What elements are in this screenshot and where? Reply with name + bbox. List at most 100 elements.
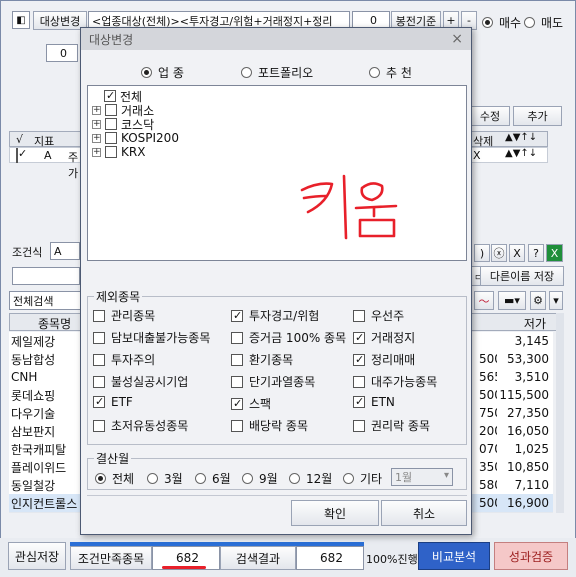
condition-name-field[interactable] bbox=[12, 267, 80, 285]
period-spinner[interactable]: 0 bbox=[46, 44, 78, 62]
market-tree: 전체 + 거래소 + 코스닥 + KOSPI200 + KRX bbox=[87, 85, 467, 261]
exclude-option[interactable]: 대주가능종목 bbox=[353, 373, 437, 390]
exclude-checkbox[interactable] bbox=[231, 353, 243, 366]
move-arrows-icon[interactable]: ▲▼↑↓ bbox=[505, 132, 537, 143]
exclude-option[interactable]: 투자주의 bbox=[93, 351, 155, 368]
scope-portfolio-radio[interactable]: 포트폴리오 bbox=[241, 64, 313, 81]
close-icon[interactable]: × bbox=[451, 31, 463, 47]
expand-plus-icon[interactable]: + bbox=[92, 133, 101, 143]
exclude-checkbox[interactable] bbox=[353, 331, 365, 344]
tree-checkbox[interactable] bbox=[105, 132, 117, 144]
target-change-button[interactable]: 대상변경 bbox=[33, 11, 87, 30]
exclude-checkbox[interactable] bbox=[93, 331, 105, 344]
dialog-titlebar[interactable]: 대상변경 × bbox=[81, 28, 471, 50]
exclude-checkbox[interactable] bbox=[93, 375, 105, 388]
tree-checkbox[interactable] bbox=[105, 146, 117, 158]
exclude-option[interactable]: 배당락 종목 bbox=[231, 417, 308, 434]
performance-verify-button[interactable]: 성과검증 bbox=[494, 542, 568, 570]
exclude-option[interactable]: 투자경고/위험 bbox=[231, 307, 319, 324]
expand-plus-icon[interactable]: + bbox=[92, 147, 101, 157]
compare-analysis-button[interactable]: 비교분석 bbox=[418, 542, 490, 570]
edit-button[interactable]: 수정 bbox=[470, 106, 510, 126]
exclude-checkbox[interactable] bbox=[93, 353, 105, 366]
tree-checkbox[interactable] bbox=[105, 118, 117, 130]
delete-x-icon[interactable]: X bbox=[473, 149, 481, 162]
exclude-option[interactable]: 스팩 bbox=[231, 395, 271, 412]
list-scrollbar[interactable] bbox=[556, 313, 564, 513]
exclude-option[interactable]: 초저유동성종목 bbox=[93, 417, 188, 434]
tree-checkbox[interactable] bbox=[105, 104, 117, 116]
settle-jun-radio[interactable]: 6월 bbox=[195, 470, 231, 487]
circle-x-button[interactable]: ⓧ bbox=[491, 244, 507, 262]
expand-plus-icon[interactable]: + bbox=[92, 105, 101, 115]
expand-plus-icon[interactable]: + bbox=[92, 119, 101, 129]
exclude-option[interactable]: 담보대출불가능종목 bbox=[93, 329, 210, 346]
exclude-checkbox[interactable] bbox=[93, 309, 105, 322]
add-button[interactable]: 추가 bbox=[513, 106, 562, 126]
exclude-checkbox[interactable] bbox=[231, 419, 243, 432]
exclude-checkbox[interactable] bbox=[231, 375, 243, 388]
settle-all-radio[interactable]: 전체 bbox=[95, 470, 134, 487]
gear-icon[interactable]: ⚙ bbox=[530, 291, 546, 310]
chevron-down-icon[interactable]: ▾ bbox=[549, 291, 563, 310]
exclude-checkbox[interactable] bbox=[231, 397, 243, 410]
exclude-checkbox[interactable] bbox=[231, 331, 243, 344]
settle-other-radio[interactable]: 기타 bbox=[343, 470, 382, 487]
exclude-checkbox[interactable] bbox=[93, 419, 105, 432]
exclude-option[interactable]: 정리매매 bbox=[353, 351, 415, 368]
options-dropdown[interactable]: ▬▾ bbox=[498, 291, 526, 310]
settle-dec-radio[interactable]: 12월 bbox=[289, 470, 332, 487]
exclude-option[interactable]: 우선주 bbox=[353, 307, 404, 324]
indicator-checkbox[interactable] bbox=[16, 148, 18, 163]
exclude-option[interactable]: ETF bbox=[93, 395, 133, 409]
exclude-option[interactable]: 증거금 100% 종목 bbox=[231, 329, 346, 346]
sell-radio[interactable]: 매도 bbox=[524, 14, 563, 31]
save-as-button[interactable]: 다른이름 저장 bbox=[480, 266, 564, 286]
scope-recommend-radio[interactable]: 추 천 bbox=[369, 64, 412, 81]
exclude-option[interactable]: 권리락 종목 bbox=[353, 417, 430, 434]
radio-dot-icon bbox=[369, 67, 380, 78]
exclude-checkbox[interactable] bbox=[231, 309, 243, 322]
help-button[interactable]: ? bbox=[528, 244, 544, 262]
paren-button[interactable]: ) bbox=[474, 244, 490, 262]
exclude-checkbox[interactable] bbox=[353, 395, 365, 408]
exclude-option[interactable]: ETN bbox=[353, 395, 395, 409]
exclude-checkbox[interactable] bbox=[93, 395, 105, 408]
exclude-option[interactable]: 환기종목 bbox=[231, 351, 293, 368]
condition-formula-input[interactable]: A bbox=[50, 242, 80, 260]
exclude-option-label: 대주가능종목 bbox=[371, 375, 438, 389]
delete-row[interactable]: X ▲▼↑↓ bbox=[470, 147, 548, 163]
exclude-option[interactable]: 관리종목 bbox=[93, 307, 155, 324]
indicator-row[interactable]: A 주가 bbox=[9, 147, 85, 180]
exclude-checkbox[interactable] bbox=[353, 375, 365, 388]
tree-item-kospi200[interactable]: + KOSPI200 bbox=[92, 131, 179, 145]
scope-industry-radio[interactable]: 업 종 bbox=[141, 64, 184, 81]
exclude-option[interactable]: 불성실공시기업 bbox=[93, 373, 188, 390]
exclude-checkbox[interactable] bbox=[353, 353, 365, 366]
tree-checkbox[interactable] bbox=[104, 89, 116, 102]
tree-item-kosdaq[interactable]: + 코스닥 bbox=[92, 117, 154, 132]
exclude-option[interactable]: 거래정지 bbox=[353, 329, 415, 346]
search-scope-select[interactable]: 전체검색 bbox=[9, 291, 81, 310]
scope-industry-label: 업 종 bbox=[158, 66, 184, 80]
window-menu-icon[interactable]: ◧ bbox=[12, 11, 30, 29]
scope-recommend-label: 추 천 bbox=[386, 66, 412, 80]
excel-icon[interactable]: X bbox=[546, 244, 563, 262]
ok-button[interactable]: 확인 bbox=[291, 500, 379, 526]
exclude-checkbox[interactable] bbox=[353, 309, 365, 322]
settle-sep-radio[interactable]: 9월 bbox=[242, 470, 278, 487]
exclude-option-label: 초저유동성종목 bbox=[111, 419, 189, 433]
move-arrows-icon[interactable]: ▲▼↑↓ bbox=[505, 148, 537, 159]
stock-low-price: 53,300 bbox=[507, 352, 549, 366]
x-button[interactable]: X bbox=[509, 244, 525, 262]
exclude-option[interactable]: 단기과열종목 bbox=[231, 373, 315, 390]
red-underline-mark bbox=[162, 566, 206, 569]
exclude-checkbox[interactable] bbox=[353, 419, 365, 432]
chart-icon[interactable]: 〜 bbox=[474, 291, 494, 310]
cancel-button[interactable]: 취소 bbox=[381, 500, 467, 526]
favorite-save-button[interactable]: 관심저장 bbox=[8, 542, 66, 570]
target-change-dialog: 대상변경 × 업 종 포트폴리오 추 천 전체 + 거래소 + 코스닥 + KO… bbox=[80, 27, 472, 535]
settle-mar-radio[interactable]: 3월 bbox=[147, 470, 183, 487]
buy-radio[interactable]: 매수 bbox=[482, 14, 521, 31]
tree-item-krx[interactable]: + KRX bbox=[92, 145, 145, 159]
